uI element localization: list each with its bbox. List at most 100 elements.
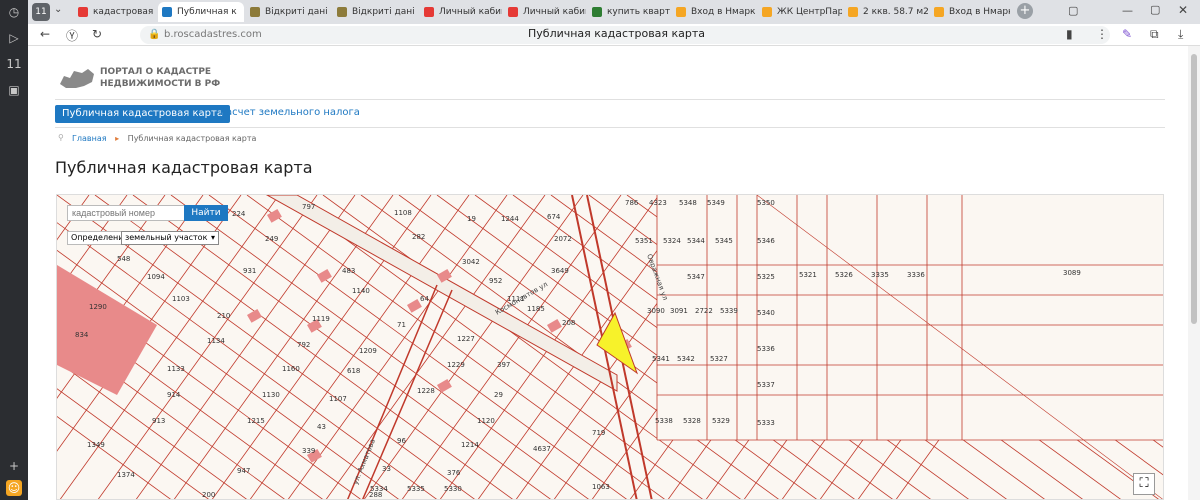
site-logo[interactable]: ПОРТАЛ О КАДАСТРЕ НЕДВИЖИМОСТИ В РФ xyxy=(58,66,220,96)
parcel-number-label: 931 xyxy=(243,267,256,275)
map-canvas[interactable]: 797 1108 1244 674 224 249 282 19 2072 548 931 483 11… xyxy=(57,195,1164,500)
divider xyxy=(55,99,1165,100)
parcel-number-label: 5340 xyxy=(757,309,775,317)
parcel-number-label: 1290 xyxy=(89,303,107,311)
back-icon[interactable]: ← xyxy=(40,27,50,41)
breadcrumb: ⚲ Главная ▸ Публичная кадастровая карта xyxy=(58,133,257,143)
parcel-number-label: 4637 xyxy=(533,445,551,453)
breadcrumb-separator-icon: ▸ xyxy=(115,134,120,143)
breadcrumb-current: Публичная кадастровая карта xyxy=(127,134,257,143)
parcel-number-label: 797 xyxy=(302,203,315,211)
parcel-number-label: 1349 xyxy=(87,441,105,449)
parcel-number-label: 200 xyxy=(202,491,215,499)
tab-strip: 11 ⌄ кадастровая к Публичная к Відкриті да… xyxy=(28,0,1200,24)
tabs-count-icon[interactable]: 11 xyxy=(6,56,22,72)
parcel-number-label: 339 xyxy=(302,447,315,455)
parcel-number-label: 1094 xyxy=(147,273,165,281)
browser-tab[interactable]: купить кварти xyxy=(588,2,670,22)
lock-icon: 🔒 xyxy=(148,29,161,40)
parcel-number-label: 1160 xyxy=(282,365,300,373)
tab-favicon-icon xyxy=(78,7,88,17)
yandex-icon[interactable]: Ⓨ xyxy=(66,27,78,44)
tab-favicon-icon xyxy=(162,7,172,17)
parcel-number-label: 5330 xyxy=(444,485,462,493)
street-name-label: ул. Ахматова xyxy=(351,438,377,486)
find-button[interactable]: Найти xyxy=(184,205,228,221)
parcel-number-label: 5342 xyxy=(677,355,695,363)
parcel-number-label: 1244 xyxy=(501,215,519,223)
extensions-icon[interactable]: ⧉ xyxy=(1150,27,1159,42)
tab-favicon-icon xyxy=(592,7,602,17)
chevron-down-icon: ▾ xyxy=(210,233,215,242)
browser-tab[interactable]: Личный кабин xyxy=(420,2,502,22)
address-bar: ← Ⓨ ↻ 🔒 b.roscadastres.com Публичная кад… xyxy=(28,24,1200,46)
parcel-number-label: 5335 xyxy=(407,485,425,493)
parcel-number-label: 33 xyxy=(382,465,391,473)
collections-icon[interactable]: ▢ xyxy=(1068,4,1078,17)
download-icon[interactable]: ⤓ xyxy=(1178,27,1183,42)
browser-tab[interactable]: кадастровая к xyxy=(74,2,156,22)
tab-label: ЖК ЦентрПар xyxy=(777,7,842,17)
tab-label: Відкриті дані з xyxy=(265,7,331,17)
cadastral-map[interactable]: 797 1108 1244 674 224 249 282 19 2072 548 931 483 11… xyxy=(56,194,1164,500)
parcel-number-label: 719 xyxy=(592,429,605,437)
profile-icon[interactable]: ☺ xyxy=(6,480,22,496)
parcel-number-label: 483 xyxy=(342,267,355,275)
parcel-number-label: 5348 xyxy=(679,199,697,207)
parcel-number-label: 3089 xyxy=(1063,269,1081,277)
parcel-number-label: 1374 xyxy=(117,471,135,479)
cadastral-number-input[interactable] xyxy=(67,205,185,221)
parcel-number-label: 1120 xyxy=(477,417,495,425)
breadcrumb-home[interactable]: Главная xyxy=(72,134,107,143)
parcel-number-label: 4323 xyxy=(649,199,667,207)
location-pin-icon: ⚲ xyxy=(58,133,64,142)
tab-dropdown-icon[interactable]: ⌄ xyxy=(54,4,62,15)
parcel-number-label: 249 xyxy=(265,235,278,243)
land-tax-link[interactable]: Расчет земельного налога xyxy=(220,107,360,118)
browser-tab[interactable]: Личный кабин xyxy=(504,2,586,22)
parcel-number-label: 1229 xyxy=(447,361,465,369)
browser-tab[interactable]: Публичная к xyxy=(158,2,244,22)
minimize-icon[interactable]: — xyxy=(1122,4,1133,17)
browser-tab[interactable]: Відкриті дані з xyxy=(333,2,418,22)
parcel-number-label: 5333 xyxy=(757,419,775,427)
object-type-select[interactable]: земельный участок ▾ xyxy=(121,231,219,245)
add-icon[interactable]: + xyxy=(6,458,22,474)
parcel-number-label: 3336 xyxy=(907,271,925,279)
menu-icon[interactable]: ⋮ xyxy=(1096,27,1108,41)
page-title-bar: Публичная кадастровая карта xyxy=(528,27,706,40)
parcel-number-label: 1133 xyxy=(167,365,185,373)
parcel-number-label: 548 xyxy=(117,255,130,263)
public-map-tab[interactable]: Публичная кадастровая карта xyxy=(55,105,230,123)
tab-favicon-icon xyxy=(848,7,858,17)
bookmark-icon[interactable]: ▮ xyxy=(1066,27,1073,41)
fullscreen-button[interactable]: ⛶ xyxy=(1133,473,1155,495)
close-window-icon[interactable]: ✕ xyxy=(1178,3,1188,17)
pen-icon[interactable]: ✎ xyxy=(1122,27,1132,41)
scrollbar-thumb[interactable] xyxy=(1191,54,1197,324)
maximize-icon[interactable]: ▢ xyxy=(1150,3,1160,16)
screenshot-icon[interactable]: ▣ xyxy=(6,82,22,98)
tab-counter[interactable]: 11 xyxy=(32,3,50,21)
history-icon[interactable]: ◷ xyxy=(6,4,22,20)
parcel-number-label: 1130 xyxy=(262,391,280,399)
parcel-number-label: 1119 xyxy=(312,315,330,323)
play-icon[interactable]: ▷ xyxy=(6,30,22,46)
new-tab-button[interactable]: + xyxy=(1017,3,1033,19)
browser-tab[interactable]: Вход в Нмарк xyxy=(930,2,1010,22)
logo-line2: НЕДВИЖИМОСТИ В РФ xyxy=(100,79,221,89)
browser-tab[interactable]: 2 ккв. 58.7 м2 Ж xyxy=(844,2,928,22)
parcel-number-label: 96 xyxy=(397,437,406,445)
parcel-number-label: 5345 xyxy=(715,237,733,245)
reload-icon[interactable]: ↻ xyxy=(92,27,102,41)
browser-tab[interactable]: Відкриті дані з xyxy=(246,2,331,22)
browser-tab[interactable]: ЖК ЦентрПар xyxy=(758,2,842,22)
parcel-number-label: 5351 xyxy=(635,237,653,245)
parcel-number-label: 2722 xyxy=(695,307,713,315)
page-scrollbar[interactable] xyxy=(1188,46,1200,500)
tab-favicon-icon xyxy=(762,7,772,17)
parcel-number-label: 5321 xyxy=(799,271,817,279)
browser-tab[interactable]: Вход в Нмарк xyxy=(672,2,756,22)
parcel-number-label: 5325 xyxy=(757,273,775,281)
building xyxy=(317,269,332,283)
